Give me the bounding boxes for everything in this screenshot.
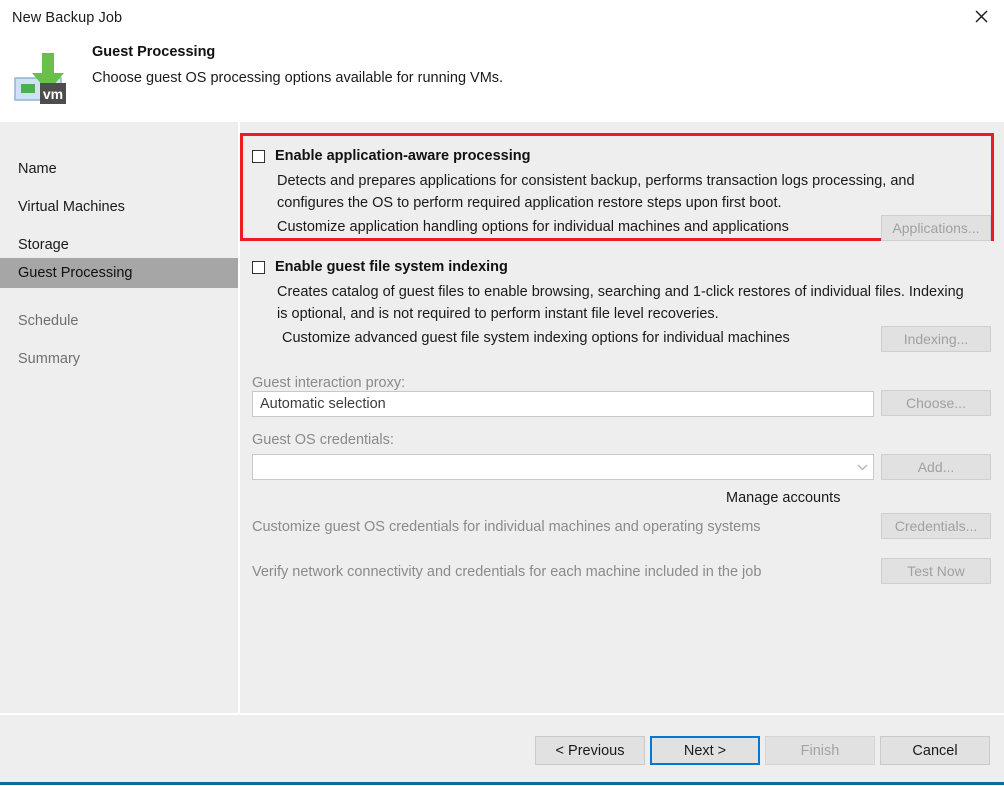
sidebar-item-guest-processing[interactable]: Guest Processing [0,258,238,288]
app-aware-label: Enable application-aware processing [275,148,531,164]
customize-credentials-text: Customize guest OS credentials for indiv… [252,519,761,535]
guest-credentials-label: Guest OS credentials: [252,432,394,448]
sidebar-item-storage[interactable]: Storage [0,231,238,258]
app-aware-description: Detects and prepares applications for co… [277,173,915,211]
chevron-down-icon [851,463,873,471]
add-credentials-button[interactable]: Add... [881,454,991,480]
close-button[interactable] [958,0,1004,32]
choose-button[interactable]: Choose... [881,390,991,416]
accent-bar [0,782,1004,785]
sidebar-item-summary[interactable]: Summary [0,345,238,372]
close-icon [975,10,988,23]
test-now-button[interactable]: Test Now [881,558,991,584]
test-connectivity-text: Verify network connectivity and credenti… [252,564,762,580]
manage-accounts-link[interactable]: Manage accounts [726,490,840,506]
app-aware-checkbox[interactable] [252,150,265,163]
applications-button[interactable]: Applications... [881,215,991,241]
sidebar-item-schedule[interactable]: Schedule [0,307,238,334]
previous-button[interactable]: < Previous [535,736,645,765]
next-button[interactable]: Next > [650,736,760,765]
window-title: New Backup Job [12,10,123,26]
app-aware-checkbox-row[interactable]: Enable application-aware processing [252,148,530,164]
indexing-button[interactable]: Indexing... [881,326,991,352]
finish-button[interactable]: Finish [765,736,875,765]
credentials-button[interactable]: Credentials... [881,513,991,539]
cancel-button[interactable]: Cancel [880,736,990,765]
indexing-checkbox[interactable] [252,261,265,274]
page-subtitle: Choose guest OS processing options avail… [92,70,504,86]
vm-backup-icon: vm [12,52,74,110]
indexing-description: Creates catalog of guest files to enable… [277,284,964,322]
sidebar-item-virtual-machines[interactable]: Virtual Machines [0,193,238,220]
app-aware-customize-text: Customize application handling options f… [277,219,789,235]
guest-credentials-combo[interactable] [252,454,874,480]
new-backup-job-window: New Backup Job vm Guest Processing Choos… [0,0,1004,786]
sidebar-item-name[interactable]: Name [0,155,238,182]
wizard-steps-sidebar: Name Virtual Machines Storage Guest Proc… [0,122,238,713]
content-panel: Enable application-aware processing Dete… [240,122,1004,713]
footer: < Previous Next > Finish Cancel [0,715,1004,782]
wizard-header: vm Guest Processing Choose guest OS proc… [0,32,1004,122]
svg-text:vm: vm [43,86,63,102]
indexing-customize-text: Customize advanced guest file system ind… [282,330,790,346]
indexing-checkbox-row[interactable]: Enable guest file system indexing [252,259,508,275]
guest-proxy-field[interactable]: Automatic selection [252,391,874,417]
page-title: Guest Processing [92,44,216,60]
body: Name Virtual Machines Storage Guest Proc… [0,122,1004,713]
indexing-label: Enable guest file system indexing [275,259,508,275]
guest-proxy-label: Guest interaction proxy: [252,375,406,391]
